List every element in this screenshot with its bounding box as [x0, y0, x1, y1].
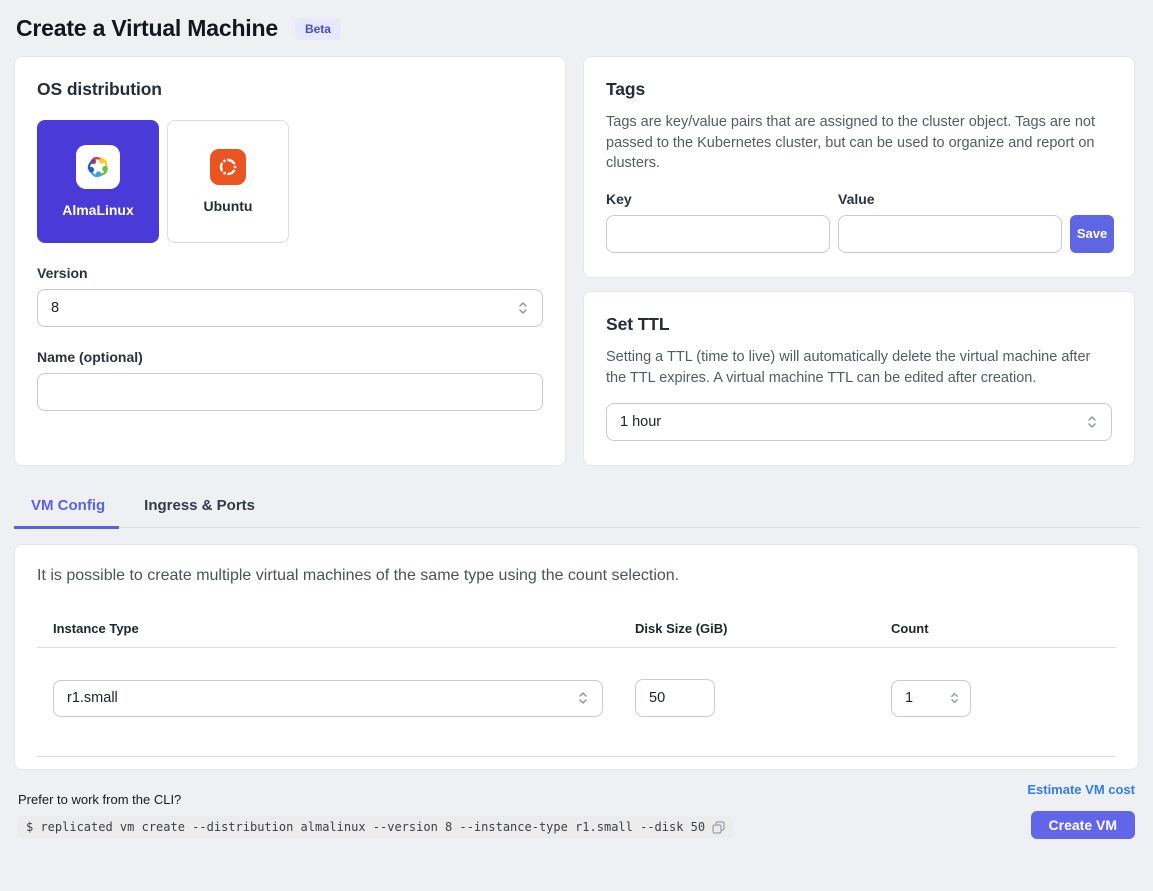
count-value: 1 — [905, 690, 913, 706]
vm-name-input[interactable] — [37, 373, 543, 411]
create-vm-page: Create a Virtual Machine Beta OS distrib… — [0, 0, 1153, 891]
page-title: Create a Virtual Machine — [16, 15, 278, 42]
cli-section: Prefer to work from the CLI? $ replicate… — [18, 792, 733, 838]
footer: Prefer to work from the CLI? $ replicate… — [18, 782, 1135, 839]
tags-description: Tags are key/value pairs that are assign… — [606, 112, 1112, 174]
tag-value-input[interactable] — [838, 215, 1062, 253]
version-select-value: 8 — [51, 300, 59, 316]
chevron-up-down-icon — [577, 689, 589, 707]
vm-table-row: r1.small 1 — [37, 648, 1116, 745]
table-bottom-divider — [37, 756, 1116, 757]
vm-config-card: It is possible to create multiple virtua… — [14, 544, 1139, 770]
ttl-select[interactable]: 1 hour — [606, 403, 1112, 441]
col-instance-type: Instance Type — [53, 621, 635, 636]
col-disk-size: Disk Size (GiB) — [635, 621, 891, 636]
vm-config-hint: It is possible to create multiple virtua… — [37, 567, 1116, 585]
os-tile-ubuntu[interactable]: Ubuntu — [167, 120, 289, 243]
vm-table-header: Instance Type Disk Size (GiB) Count — [37, 621, 1116, 636]
version-label: Version — [37, 265, 543, 281]
ttl-card-title: Set TTL — [606, 314, 1112, 335]
beta-badge: Beta — [295, 18, 341, 40]
ubuntu-icon — [210, 149, 246, 185]
stepper-chevrons-icon[interactable] — [949, 690, 960, 706]
vm-name-label: Name (optional) — [37, 349, 543, 365]
almalinux-icon — [76, 145, 120, 189]
tag-value-label: Value — [838, 191, 1062, 207]
os-tile-almalinux-label: AlmaLinux — [62, 202, 134, 218]
tab-vm-config[interactable]: VM Config — [14, 492, 119, 529]
right-cards-column: Tags Tags are key/value pairs that are a… — [583, 56, 1135, 466]
config-tabs: VM Config Ingress & Ports — [14, 492, 1139, 528]
ttl-select-value: 1 hour — [620, 414, 661, 430]
chevron-up-down-icon — [517, 299, 529, 317]
os-tile-almalinux[interactable]: AlmaLinux — [37, 120, 159, 243]
os-tile-ubuntu-label: Ubuntu — [204, 198, 253, 214]
ttl-description: Setting a TTL (time to live) will automa… — [606, 347, 1112, 388]
tag-key-label: Key — [606, 191, 830, 207]
actions-section: Estimate VM cost Create VM — [1027, 782, 1135, 839]
os-tiles: AlmaLinux Ubuntu — [37, 120, 543, 243]
tags-card: Tags Tags are key/value pairs that are a… — [583, 56, 1135, 278]
count-stepper[interactable]: 1 — [891, 680, 971, 717]
chevron-up-down-icon — [1086, 413, 1098, 431]
set-ttl-card: Set TTL Setting a TTL (time to live) wil… — [583, 291, 1135, 466]
estimate-vm-cost-link[interactable]: Estimate VM cost — [1027, 782, 1135, 797]
save-tag-button[interactable]: Save — [1070, 215, 1114, 253]
col-count: Count — [891, 621, 1100, 636]
cli-prompt-text: Prefer to work from the CLI? — [18, 792, 733, 807]
disk-size-input[interactable] — [635, 679, 715, 717]
page-header: Create a Virtual Machine Beta — [0, 0, 1153, 42]
cli-command-text: $ replicated vm create --distribution al… — [26, 820, 705, 834]
copy-icon[interactable] — [712, 821, 725, 834]
instance-type-value: r1.small — [67, 690, 118, 706]
os-card-title: OS distribution — [37, 79, 543, 100]
tag-form: Key Value Save — [606, 191, 1112, 253]
top-cards-row: OS distribution — [14, 56, 1139, 466]
create-vm-button[interactable]: Create VM — [1031, 811, 1135, 839]
instance-type-select[interactable]: r1.small — [53, 680, 603, 717]
tags-card-title: Tags — [606, 79, 1112, 100]
os-distribution-card: OS distribution — [14, 56, 566, 466]
tab-ingress-ports[interactable]: Ingress & Ports — [119, 492, 275, 529]
cli-command-block: $ replicated vm create --distribution al… — [18, 816, 733, 838]
version-select[interactable]: 8 — [37, 289, 543, 327]
tag-key-input[interactable] — [606, 215, 830, 253]
